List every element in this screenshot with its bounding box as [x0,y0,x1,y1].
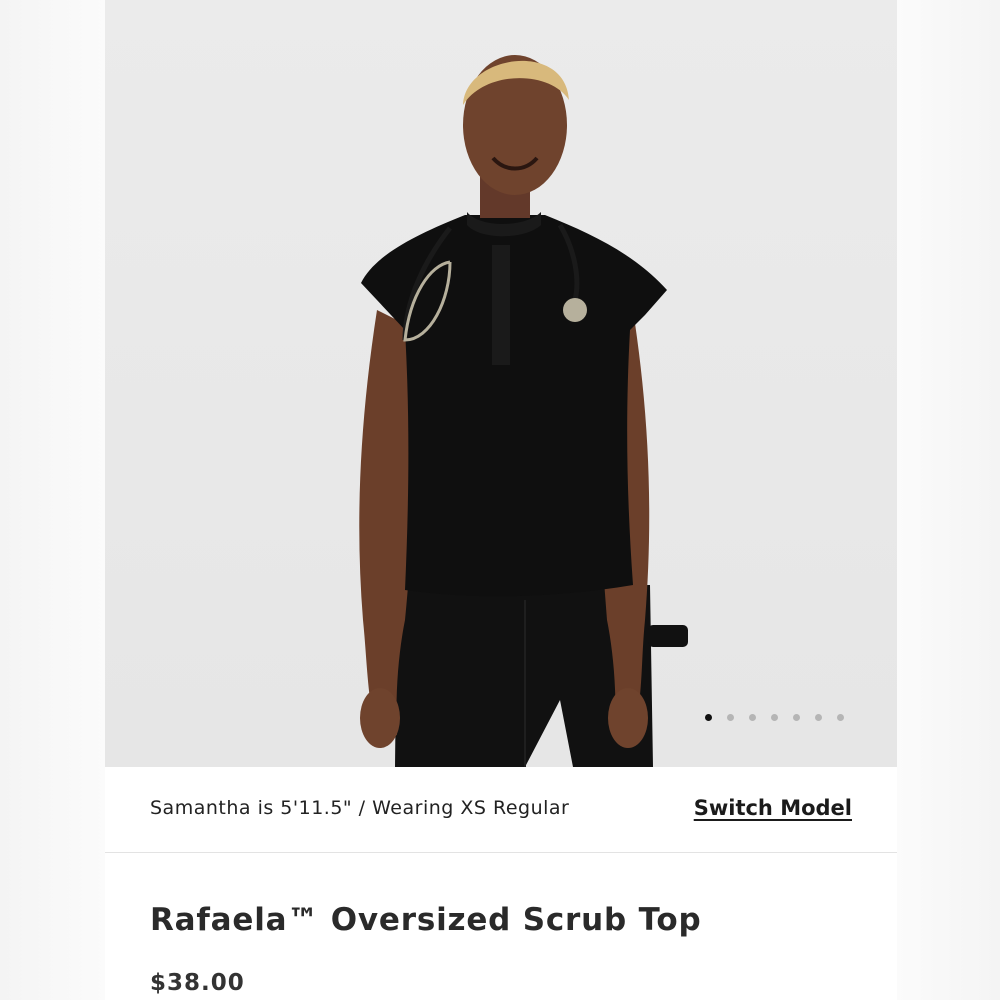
product-page: Samantha is 5'11.5" / Wearing XS Regular… [105,0,897,1000]
carousel-pagination [705,712,844,722]
carousel-dot-3[interactable] [749,713,756,721]
product-title: Rafaela™ Oversized Scrub Top [150,902,702,938]
product-photo [359,55,688,767]
carousel-dot-6[interactable] [815,713,822,721]
right-background [897,0,1000,1000]
carousel-dot-2[interactable] [727,713,734,721]
carousel-dot-1[interactable] [705,713,712,721]
model-info-bar: Samantha is 5'11.5" / Wearing XS Regular… [105,767,897,853]
carousel-dot-4[interactable] [771,713,778,721]
product-price: $38.00 [150,970,245,996]
left-background [0,0,105,1000]
carousel-dot-5[interactable] [793,713,800,721]
product-image-carousel[interactable] [105,0,897,767]
carousel-dot-7[interactable] [837,713,844,721]
switch-model-link[interactable]: Switch Model [694,796,852,820]
model-size-note: Samantha is 5'11.5" / Wearing XS Regular [150,797,570,819]
